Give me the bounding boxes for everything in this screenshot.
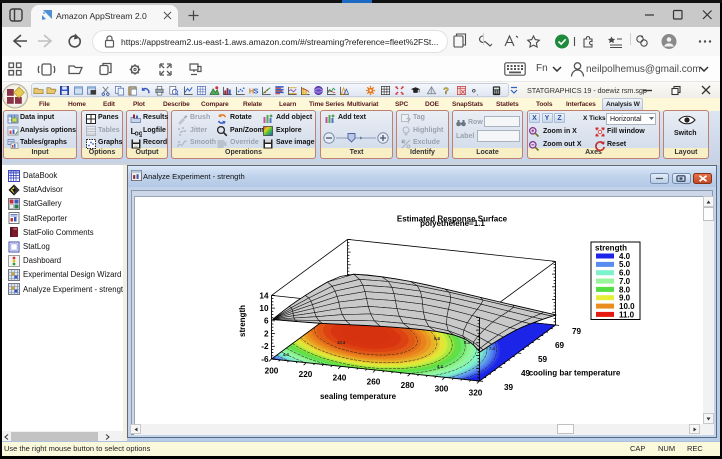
svg-text:59: 59 <box>538 355 548 364</box>
svg-text:strength: strength <box>238 305 247 337</box>
svg-text:7.4: 7.4 <box>489 346 495 351</box>
svg-text:14: 14 <box>259 291 269 300</box>
svg-text:69: 69 <box>555 341 565 350</box>
svg-text:10: 10 <box>259 304 269 313</box>
svg-text:260: 260 <box>367 377 381 386</box>
svg-text:2: 2 <box>264 330 269 339</box>
svg-text:8.4: 8.4 <box>464 340 470 345</box>
svg-text:320: 320 <box>469 388 483 397</box>
svg-text:10.4: 10.4 <box>337 340 346 345</box>
svg-text:cooling bar temperature: cooling bar temperature <box>529 369 621 378</box>
svg-text:9.4: 9.4 <box>434 336 440 341</box>
svg-text:4.4: 4.4 <box>283 352 289 357</box>
svg-text:4.4: 4.4 <box>437 364 443 369</box>
svg-text:220: 220 <box>299 370 313 379</box>
svg-text:280: 280 <box>401 381 415 390</box>
svg-text:-2: -2 <box>261 342 269 351</box>
svg-text:6: 6 <box>264 317 269 326</box>
svg-text:11.0: 11.0 <box>619 310 635 319</box>
svg-text:polyethelene=1.1: polyethelene=1.1 <box>420 219 485 228</box>
svg-text:79: 79 <box>572 327 582 336</box>
svg-text:240: 240 <box>333 374 347 383</box>
svg-text:sealing temperature: sealing temperature <box>320 392 397 401</box>
svg-text:300: 300 <box>435 385 449 394</box>
svg-text:39: 39 <box>504 383 514 392</box>
svg-text:-6: -6 <box>261 355 269 364</box>
svg-text:200: 200 <box>265 366 279 375</box>
